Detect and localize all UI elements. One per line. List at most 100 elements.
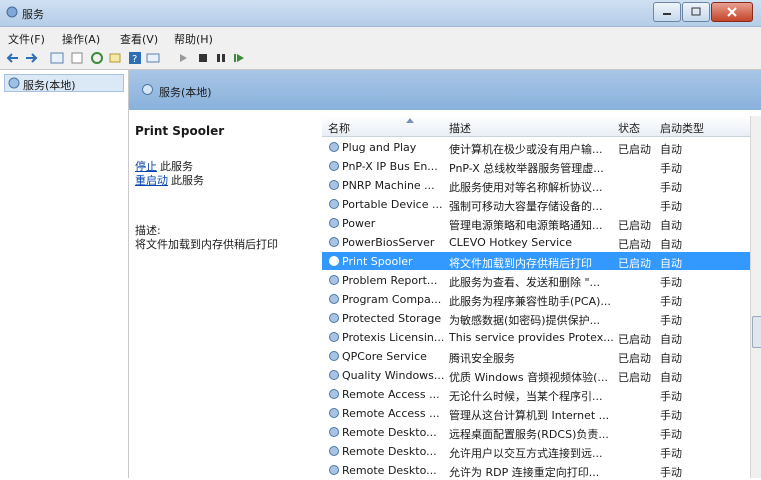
scrollbar-thumb[interactable]	[752, 316, 761, 348]
cell-desc: 无论什么时候，当某个程序引...	[449, 390, 603, 403]
menu-bar: 文件(F) 操作(A) 查看(V) 帮助(H)	[0, 27, 761, 47]
cell-startup: 手动	[660, 314, 682, 327]
cell-startup: 自动	[660, 371, 682, 384]
menu-file[interactable]: 文件(F)	[8, 31, 45, 47]
cell-name: Remote Access ...	[342, 407, 440, 420]
table-row[interactable]: Portable Device ... 强制可移动大容量存储设备的... 手动	[322, 195, 750, 213]
console-tree-icon[interactable]	[50, 51, 64, 65]
help-icon[interactable]: ?	[128, 51, 142, 65]
cell-name: Portable Device ...	[342, 198, 443, 211]
resume-icon[interactable]	[232, 51, 246, 65]
pause-icon[interactable]	[214, 51, 228, 65]
table-row[interactable]: Plug and Play 使计算机在极少或没有用户输... 已启动 自动	[322, 138, 750, 156]
cell-status: 已启动	[618, 371, 651, 384]
table-row[interactable]: PowerBiosServer CLEVO Hotkey Service 已启动 自动	[322, 233, 750, 251]
export-icon[interactable]	[108, 51, 122, 65]
cell-desc: 此服务使用对等名称解析协议...	[449, 181, 603, 194]
cell-name: Power	[342, 217, 376, 230]
stop-icon[interactable]	[196, 51, 210, 65]
cell-startup: 自动	[660, 352, 682, 365]
table-row[interactable]: Protected Storage 为敏感数据(如密码)提供保护... 手动	[322, 309, 750, 327]
tree-item-services-local[interactable]: 服务(本地)	[4, 74, 124, 92]
table-row[interactable]: Program Compa... 此服务为程序兼容性助手(PCA)... 手动	[322, 290, 750, 308]
view-icon[interactable]	[146, 51, 160, 65]
gear-icon	[329, 237, 339, 247]
svg-text:?: ?	[132, 54, 137, 65]
services-list: 名称 描述 状态 启动类型 Plug and Play 使计算机在极少或没有用户输…	[322, 116, 750, 479]
table-row[interactable]: Remote Deskto... 允许用户以交互方式连接到远... 手动	[322, 442, 750, 460]
column-header-description[interactable]: 描述	[449, 120, 471, 136]
cell-desc: This service provides Protex...	[449, 331, 614, 344]
description-pane: Print Spooler 停止 此服务 重启动 此服务 描述: 将文件加载到内…	[129, 110, 319, 478]
pane-header: 服务(本地)	[129, 70, 761, 110]
table-row[interactable]: PnP-X IP Bus En... PnP-X 总线枚举器服务管理虚... 手动	[322, 157, 750, 175]
table-row[interactable]: Remote Deskto... 允许为 RDP 连接重定向打印... 手动	[322, 461, 750, 479]
title-bar: 服务	[0, 0, 761, 27]
gear-icon	[329, 256, 339, 266]
minimize-button[interactable]	[653, 2, 681, 22]
cell-status: 已启动	[618, 238, 651, 251]
table-row[interactable]: QPCore Service 腾讯安全服务 已启动 自动	[322, 347, 750, 365]
cell-name: PNRP Machine ...	[342, 179, 435, 192]
table-row[interactable]: Remote Deskto... 远程桌面配置服务(RDCS)负责... 手动	[322, 423, 750, 441]
restart-service-link[interactable]: 重启动	[135, 172, 168, 188]
cell-startup: 自动	[660, 257, 682, 270]
menu-action[interactable]: 操作(A)	[62, 31, 100, 47]
forward-arrow-icon[interactable]	[24, 51, 38, 65]
table-row[interactable]: Remote Access ... 无论什么时候，当某个程序引... 手动	[322, 385, 750, 403]
gear-icon	[329, 218, 339, 228]
cell-desc: 为敏感数据(如密码)提供保护...	[449, 314, 601, 327]
refresh-icon[interactable]	[90, 51, 104, 65]
cell-name: Plug and Play	[342, 141, 417, 154]
cell-name: PnP-X IP Bus En...	[342, 160, 438, 173]
table-row[interactable]: Power 管理电源策略和电源策略通知... 已启动 自动	[322, 214, 750, 232]
vertical-scrollbar[interactable]	[750, 116, 761, 478]
close-icon	[727, 7, 737, 17]
cell-status: 已启动	[618, 219, 651, 232]
gear-icon	[329, 294, 339, 304]
cell-desc: 允许用户以交互方式连接到远...	[449, 447, 603, 460]
back-arrow-icon[interactable]	[6, 51, 20, 65]
cell-desc: 强制可移动大容量存储设备的...	[449, 200, 603, 213]
cell-startup: 手动	[660, 447, 682, 460]
play-icon[interactable]	[176, 51, 190, 65]
gear-icon	[329, 313, 339, 323]
close-button[interactable]	[711, 2, 753, 22]
cell-name: Print Spooler	[342, 255, 413, 268]
menu-help[interactable]: 帮助(H)	[174, 31, 213, 47]
cell-name: Protected Storage	[342, 312, 442, 325]
gear-icon	[329, 199, 339, 209]
table-row[interactable]: Remote Access ... 管理从这台计算机到 Internet ... 手…	[322, 404, 750, 422]
gear-icon	[142, 84, 153, 95]
table-row[interactable]: Quality Windows... 优质 Windows 音频视频体验(... 已…	[322, 366, 750, 384]
console-tree: 服务(本地)	[0, 70, 129, 478]
gear-icon	[8, 77, 20, 89]
cell-desc: CLEVO Hotkey Service	[449, 236, 572, 249]
cell-status: 已启动	[618, 257, 651, 270]
cell-name: Program Compa...	[342, 293, 442, 306]
table-row[interactable]: Print Spooler 将文件加载到内存供稍后打印 已启动 自动	[322, 252, 750, 270]
cell-desc: PnP-X 总线枚举器服务管理虚...	[449, 162, 604, 175]
maximize-button[interactable]	[682, 2, 710, 22]
restart-service-rest: 此服务	[171, 174, 204, 187]
column-header-startup-type[interactable]: 启动类型	[660, 120, 704, 136]
cell-name: Remote Access ...	[342, 388, 440, 401]
column-header-status[interactable]: 状态	[618, 120, 640, 136]
gear-icon	[329, 427, 339, 437]
table-row[interactable]: PNRP Machine ... 此服务使用对等名称解析协议... 手动	[322, 176, 750, 194]
gear-icon	[329, 465, 339, 475]
pane-header-label: 服务(本地)	[159, 86, 212, 99]
cell-desc: 此服务为程序兼容性助手(PCA)...	[449, 295, 611, 308]
gear-icon	[329, 389, 339, 399]
cell-desc: 使计算机在极少或没有用户输...	[449, 143, 603, 156]
cell-startup: 自动	[660, 219, 682, 232]
cell-startup: 手动	[660, 276, 682, 289]
gear-icon	[329, 332, 339, 342]
minimize-icon	[663, 13, 671, 15]
table-row[interactable]: Problem Report... 此服务为查看、发送和删除 "... 手动	[322, 271, 750, 289]
table-row[interactable]: Protexis Licensin... This service provide…	[322, 328, 750, 346]
column-header-name[interactable]: 名称	[328, 120, 350, 136]
menu-view[interactable]: 查看(V)	[120, 31, 158, 47]
gear-icon	[6, 6, 18, 18]
properties-icon[interactable]	[70, 51, 84, 65]
